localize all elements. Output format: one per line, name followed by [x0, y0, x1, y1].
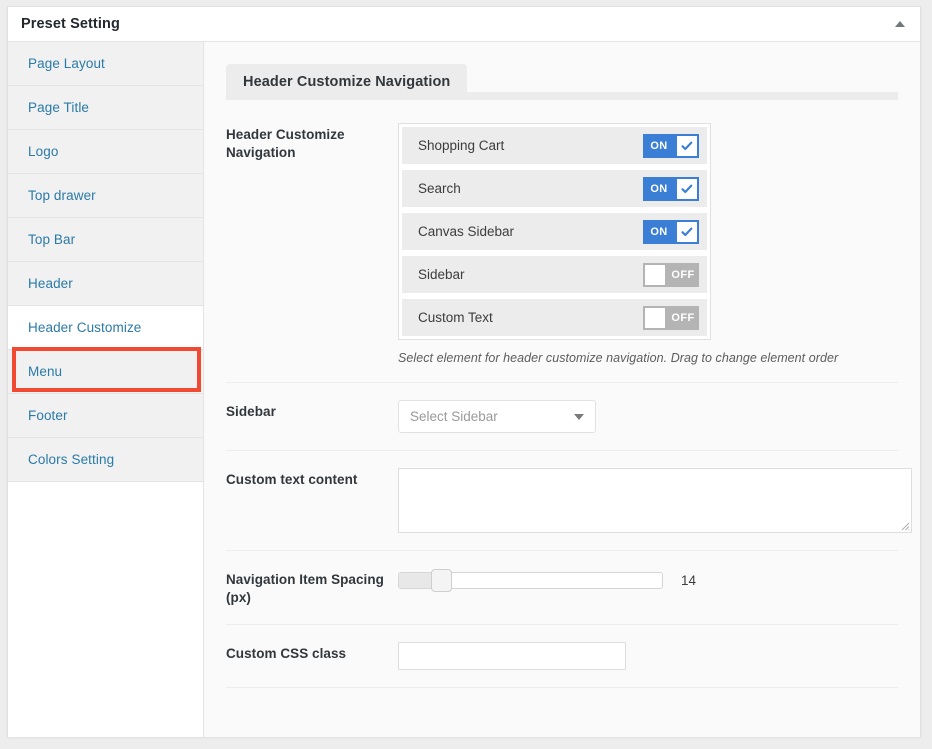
nav-elements-list[interactable]: Shopping Cart ON Search ON Canvas Sideba…: [398, 123, 711, 340]
toggle-knob: [645, 264, 665, 285]
toggle-state-label: ON: [650, 139, 668, 152]
sidebar-item-label: Logo: [28, 144, 59, 159]
field-label: Navigation Item Spacing (px): [226, 572, 384, 605]
sidebar-item-label: Top Bar: [28, 232, 76, 247]
sidebar-item-label: Page Layout: [28, 56, 105, 71]
panel-body: Page Layout Page Title Logo Top drawer T…: [8, 42, 920, 737]
toggle-state-label: OFF: [671, 268, 695, 281]
sidebar-item-label: Header: [28, 276, 73, 291]
sidebar-item-label: Header Customize: [28, 320, 142, 335]
toggle-sidebar[interactable]: OFF: [643, 262, 699, 287]
sidebar-item-page-layout[interactable]: Page Layout: [8, 42, 203, 86]
caret-up-icon: [895, 21, 905, 27]
list-item[interactable]: Shopping Cart ON: [402, 127, 707, 164]
sidebar-item-header-customize[interactable]: Header Customize: [8, 306, 203, 350]
resize-grip-icon[interactable]: [899, 520, 910, 531]
check-icon: [681, 227, 693, 236]
field-row-nav-elements: Header Customize Navigation Shopping Car…: [226, 106, 898, 383]
sidebar-select-value: Select Sidebar: [410, 409, 498, 424]
list-item[interactable]: Sidebar OFF: [402, 256, 707, 293]
list-item-label: Canvas Sidebar: [418, 224, 515, 239]
sidebar-item-label: Top drawer: [28, 188, 96, 203]
panel-header: Preset Setting: [8, 7, 920, 42]
settings-sidebar: Page Layout Page Title Logo Top drawer T…: [8, 42, 204, 737]
collapse-toggle-button[interactable]: [891, 15, 909, 33]
check-icon: [681, 141, 693, 150]
sidebar-item-colors-setting[interactable]: Colors Setting: [8, 438, 203, 482]
sidebar-item-logo[interactable]: Logo: [8, 130, 203, 174]
toggle-knob: [677, 221, 697, 242]
sidebar-select[interactable]: Select Sidebar: [398, 400, 596, 433]
caret-down-icon: [574, 413, 584, 420]
fields-container: Header Customize Navigation Shopping Car…: [204, 106, 920, 688]
toggle-canvas-sidebar[interactable]: ON: [643, 219, 699, 244]
toggle-state-label: ON: [650, 225, 668, 238]
field-label: Header Customize Navigation: [226, 127, 345, 160]
check-icon: [681, 184, 693, 193]
field-row-item-spacing: Navigation Item Spacing (px) 14: [226, 551, 898, 625]
field-control: Shopping Cart ON Search ON Canvas Sideba…: [398, 123, 898, 365]
list-item[interactable]: Canvas Sidebar ON: [402, 213, 707, 250]
slider-wrap: 14: [398, 568, 898, 592]
sidebar-item-menu[interactable]: Menu: [8, 350, 203, 394]
toggle-state-label: ON: [650, 182, 668, 195]
list-item-label: Custom Text: [418, 310, 493, 325]
sidebar-item-top-bar[interactable]: Top Bar: [8, 218, 203, 262]
field-control: 14: [398, 568, 898, 592]
field-control: Select Sidebar: [398, 400, 898, 433]
toggle-knob: [645, 307, 665, 328]
field-control: [398, 642, 898, 670]
toggle-state-label: OFF: [671, 311, 695, 324]
tab-header-customize-navigation[interactable]: Header Customize Navigation: [226, 64, 468, 100]
preset-setting-panel: Preset Setting Page Layout Page Title Lo…: [7, 6, 921, 737]
sidebar-item-label: Footer: [28, 408, 68, 423]
sidebar-item-label: Colors Setting: [28, 452, 115, 467]
list-item-label: Shopping Cart: [418, 138, 505, 153]
toggle-knob: [677, 135, 697, 156]
field-control: [398, 468, 912, 533]
list-item[interactable]: Search ON: [402, 170, 707, 207]
toggle-shopping-cart[interactable]: ON: [643, 133, 699, 158]
item-spacing-value: 14: [681, 573, 697, 588]
css-class-input[interactable]: [398, 642, 626, 670]
sidebar-item-header[interactable]: Header: [8, 262, 203, 306]
toggle-search[interactable]: ON: [643, 176, 699, 201]
toggle-knob: [677, 178, 697, 199]
sidebar-item-label: Menu: [28, 364, 63, 379]
field-help-text: Select element for header customize navi…: [398, 351, 839, 365]
slider-handle[interactable]: [431, 569, 452, 592]
field-label: Custom text content: [226, 472, 358, 487]
settings-content: Header Customize Navigation Header Custo…: [204, 42, 920, 737]
list-item-label: Search: [418, 181, 461, 196]
sidebar-item-top-drawer[interactable]: Top drawer: [8, 174, 203, 218]
sidebar-item-footer[interactable]: Footer: [8, 394, 203, 438]
list-item[interactable]: Custom Text OFF: [402, 299, 707, 336]
field-row-css-class: Custom CSS class: [226, 625, 898, 688]
toggle-custom-text[interactable]: OFF: [643, 305, 699, 330]
field-row-sidebar-select: Sidebar Select Sidebar: [226, 383, 898, 451]
field-row-custom-text: Custom text content: [226, 451, 912, 551]
tab-label: Header Customize Navigation: [243, 74, 451, 90]
sidebar-item-page-title[interactable]: Page Title: [8, 86, 203, 130]
list-item-label: Sidebar: [418, 267, 465, 282]
tab-bar: Header Customize Navigation: [226, 64, 898, 106]
custom-text-textarea[interactable]: [398, 468, 912, 533]
field-label: Custom CSS class: [226, 646, 347, 661]
item-spacing-slider[interactable]: [398, 569, 663, 592]
sidebar-item-label: Page Title: [28, 100, 90, 115]
page-title: Preset Setting: [21, 16, 120, 32]
field-label: Sidebar: [226, 404, 276, 419]
